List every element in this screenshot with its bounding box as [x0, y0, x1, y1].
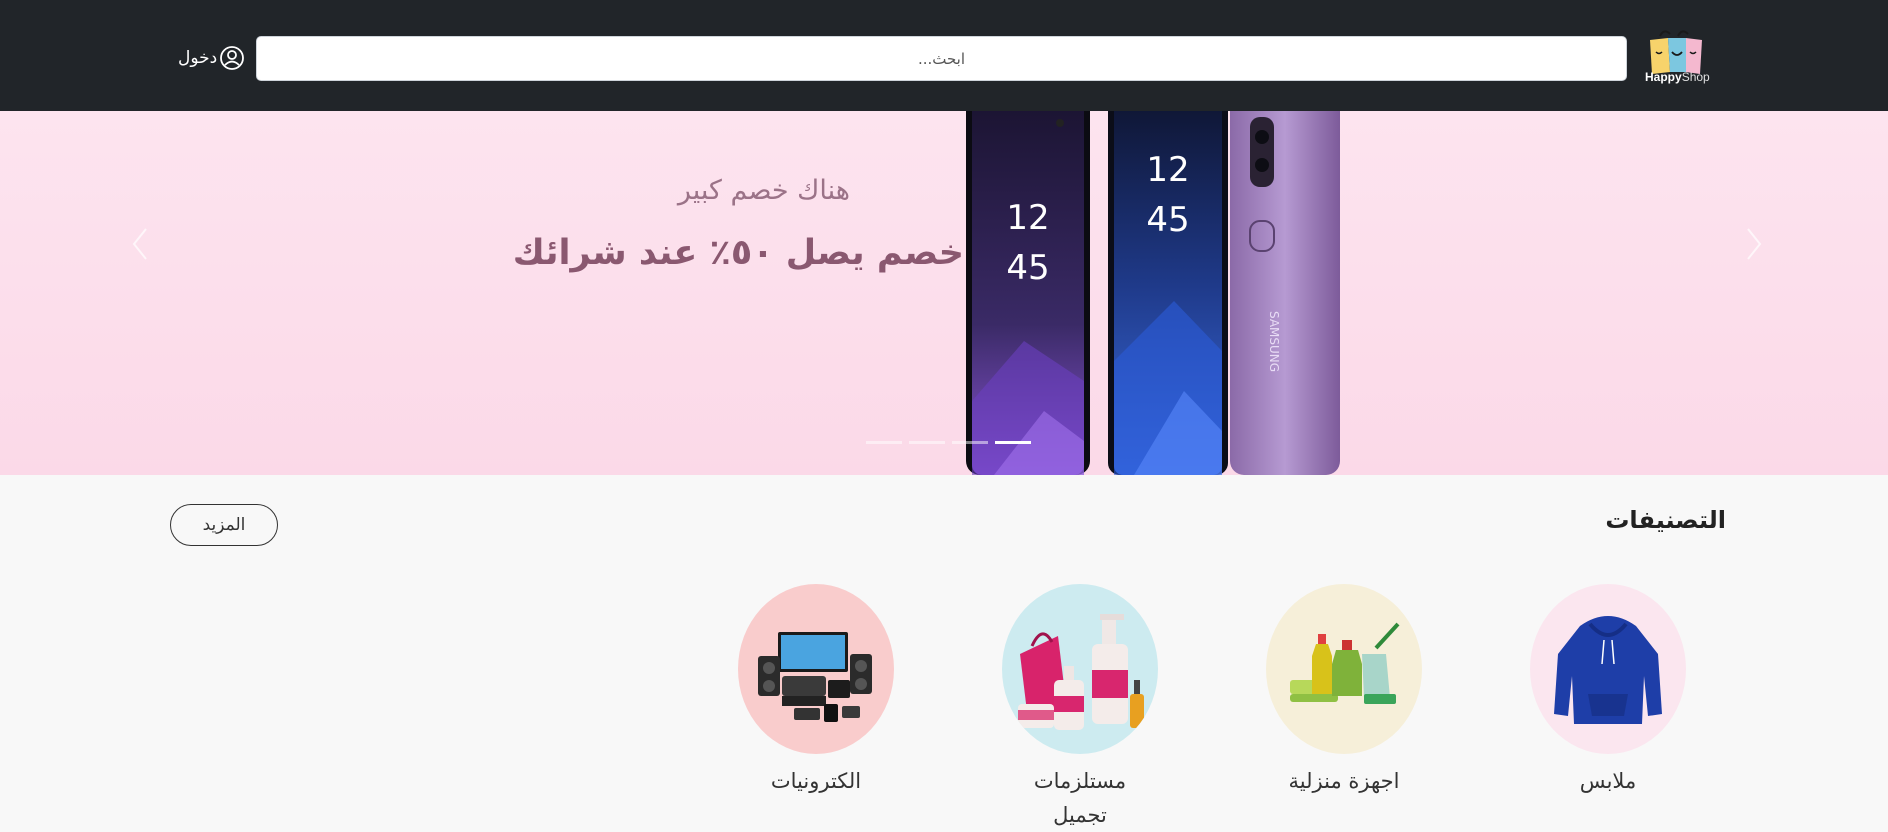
- hero-subtitle: هناك خصم كبير: [677, 175, 850, 206]
- smartphones-image: 12 45 12 45 SAMSUNG: [966, 111, 1340, 475]
- chevron-right-icon: [1747, 228, 1762, 260]
- svg-text:SAMSUNG: SAMSUNG: [1267, 311, 1281, 372]
- carousel-indicator-active[interactable]: [995, 441, 1031, 444]
- login-button[interactable]: دخول: [178, 44, 245, 72]
- carousel-indicator[interactable]: [909, 441, 945, 444]
- category-clothes[interactable]: ملابس: [1528, 584, 1688, 798]
- svg-text:12: 12: [1146, 150, 1189, 190]
- category-label: اجهزة منزلية: [1288, 769, 1400, 793]
- category-home-appliances[interactable]: اجهزة منزلية: [1264, 584, 1424, 798]
- category-label: ملابس: [1579, 769, 1637, 793]
- category-label: مستلزمات تجميل: [1033, 769, 1127, 827]
- login-label: دخول: [178, 48, 218, 68]
- svg-text:12: 12: [1006, 198, 1049, 238]
- carousel-indicator[interactable]: [866, 441, 902, 444]
- logo-word-happy: Happy: [1645, 70, 1682, 84]
- chevron-left-icon: [132, 228, 147, 260]
- carousel-prev-button[interactable]: [122, 219, 162, 269]
- search-input[interactable]: [256, 36, 1627, 81]
- logo-word-shop: Shop: [1681, 70, 1710, 84]
- hoodie-icon: [1530, 584, 1686, 754]
- logo-wordmark: HappyShop: [1645, 70, 1710, 84]
- carousel-next-button[interactable]: [1732, 219, 1772, 269]
- categories-heading: التصنيفات: [1605, 506, 1726, 534]
- category-cosmetics[interactable]: مستلزمات تجميل: [1000, 584, 1160, 832]
- more-button[interactable]: المزيد: [170, 504, 278, 546]
- category-electronics[interactable]: الكترونيات: [736, 584, 896, 798]
- hero-title: خصم يصل ٥٠٪ عند شرائك: [512, 233, 964, 273]
- svg-text:45: 45: [1006, 248, 1049, 288]
- category-label: الكترونيات: [770, 769, 862, 793]
- cleaning-supplies-icon: [1266, 584, 1422, 754]
- cosmetics-icon: [1002, 584, 1158, 754]
- user-circle-icon: [220, 46, 245, 70]
- electronics-icon: [738, 584, 894, 754]
- svg-text:45: 45: [1146, 200, 1189, 240]
- carousel-indicators: [866, 441, 1031, 444]
- hero-carousel[interactable]: هناك خصم كبير خصم يصل ٥٠٪ عند شرائك 12 4…: [0, 111, 1888, 475]
- carousel-indicator[interactable]: [952, 441, 988, 444]
- top-navbar: HappyShop دخول: [0, 0, 1888, 111]
